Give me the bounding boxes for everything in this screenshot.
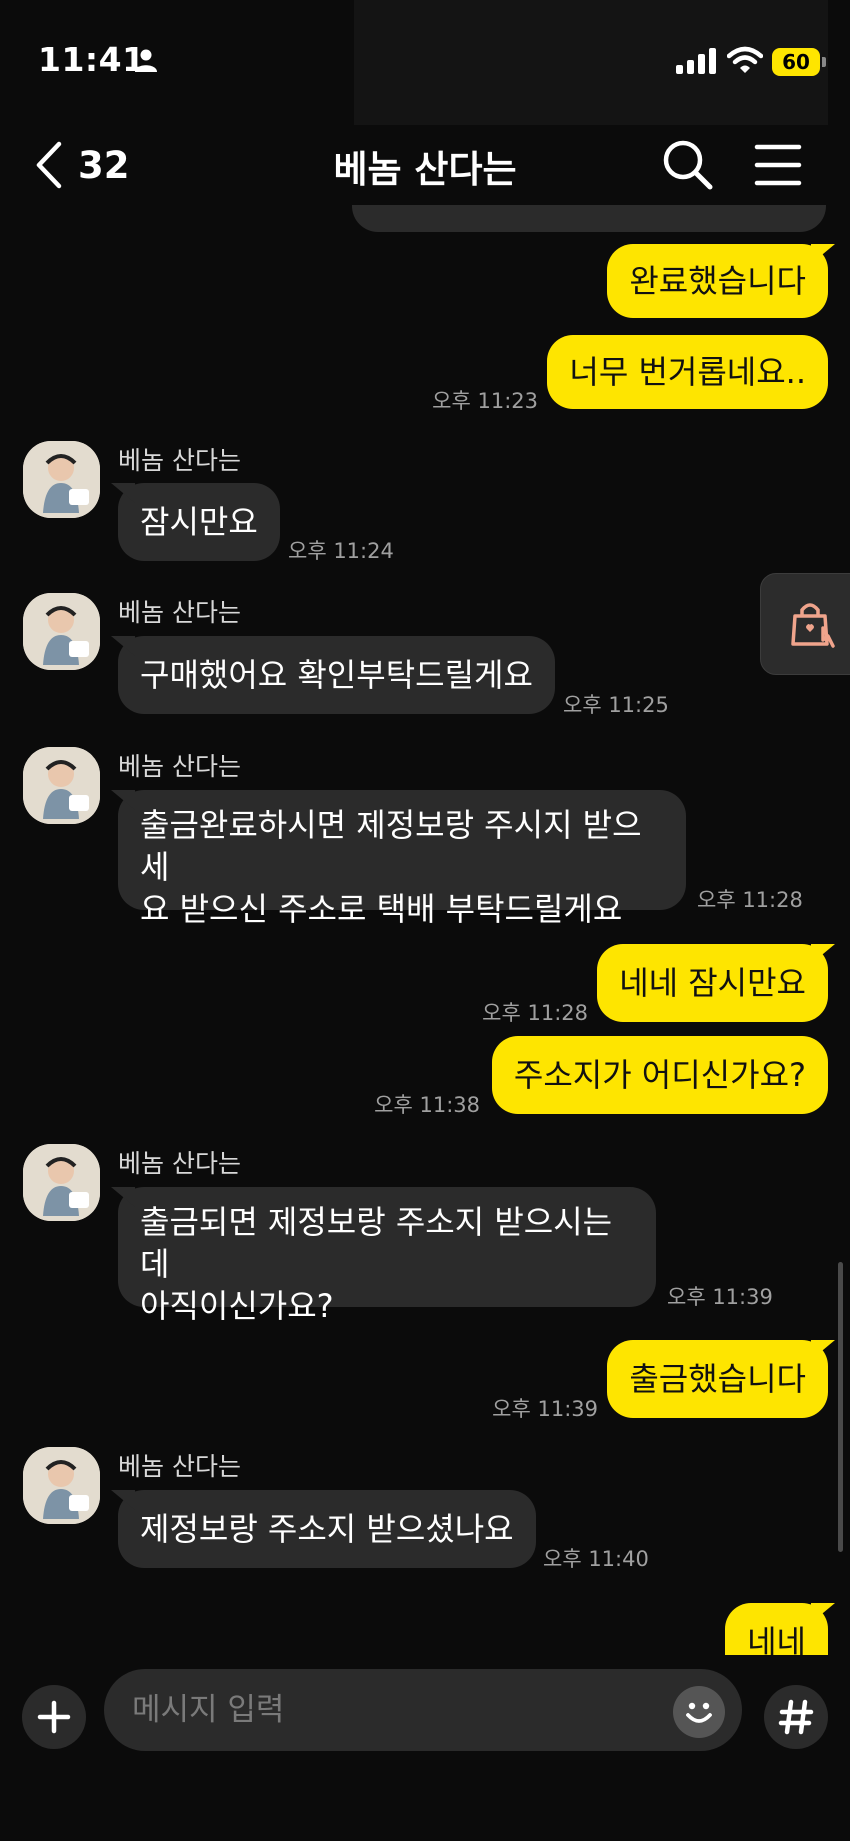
message-text: 구매했어요 확인부탁드릴게요	[140, 656, 533, 694]
message-text-line: 출금완료하시면 제정보랑 주시지 받으세	[140, 806, 642, 886]
attach-button[interactable]	[22, 1685, 86, 1749]
message-text-line: 출금되면 제정보랑 주소지 받으시는데	[140, 1203, 613, 1283]
my-message-bubble[interactable]: 네네 잠시만요	[597, 944, 828, 1022]
sender-name: 베놈 산다는	[118, 1452, 241, 1481]
hashtag-icon	[778, 1699, 814, 1735]
their-message-bubble[interactable]: 구매했어요 확인부탁드릴게요	[118, 636, 555, 714]
message-time: 오후 11:38	[374, 1093, 480, 1117]
scrollbar[interactable]	[838, 1262, 843, 1552]
message-text: 잠시만요	[140, 503, 258, 541]
avatar[interactable]	[23, 1447, 100, 1524]
my-message-bubble[interactable]: 출금했습니다	[607, 1340, 828, 1418]
sender-name: 베놈 산다는	[118, 1149, 241, 1178]
avatar[interactable]	[23, 747, 100, 824]
previous-message-bubble	[352, 205, 826, 232]
their-message-bubble[interactable]: 출금되면 제정보랑 주소지 받으시는데 아직이신가요?	[118, 1187, 656, 1325]
message-input[interactable]	[104, 1669, 742, 1751]
plus-icon	[37, 1700, 71, 1734]
chat-header: 32 베놈 산다는	[0, 125, 850, 205]
hamburger-menu-icon	[754, 144, 802, 186]
message-text-line: 요 받으신 주소로 택배 부탁드릴게요	[140, 890, 623, 928]
emoji-button[interactable]	[673, 1686, 725, 1738]
their-message-bubble[interactable]: 출금완료하시면 제정보랑 주시지 받으세 요 받으신 주소로 택배 부탁드릴게요	[118, 790, 686, 928]
message-list[interactable]: 완료했습니다 오후 11:23 너무 번거롭네요.. 베놈 산다는 잠시만요 오…	[0, 205, 850, 1655]
battery-tip	[822, 57, 826, 67]
my-message-bubble[interactable]: 너무 번거롭네요..	[547, 335, 828, 409]
message-time: 오후 11:28	[697, 888, 803, 912]
menu-button[interactable]	[752, 139, 804, 191]
sender-name: 베놈 산다는	[118, 752, 241, 781]
message-text: 출금했습니다	[629, 1360, 806, 1398]
message-text: 주소지가 어디신가요?	[513, 1056, 806, 1094]
message-time: 오후 11:23	[432, 389, 538, 413]
my-message-bubble[interactable]: 완료했습니다	[607, 244, 828, 318]
message-time: 오후 11:28	[482, 1001, 588, 1025]
battery-level: 60	[772, 48, 820, 76]
message-time: 오후 11:24	[288, 539, 394, 563]
search-button[interactable]	[660, 137, 716, 193]
message-text: 네네	[747, 1623, 806, 1655]
avatar[interactable]	[23, 593, 100, 670]
my-message-bubble[interactable]: 네네	[725, 1603, 828, 1655]
message-text-line: 아직이신가요?	[140, 1287, 334, 1325]
message-time: 오후 11:40	[543, 1547, 649, 1571]
wifi-icon	[727, 46, 763, 73]
message-input-bar	[0, 1655, 850, 1841]
my-message-bubble[interactable]: 주소지가 어디신가요?	[491, 1036, 828, 1114]
avatar[interactable]	[23, 1144, 100, 1221]
battery-indicator: 60	[772, 48, 826, 76]
shopping-bag-icon	[791, 603, 835, 648]
baby-photo	[23, 747, 100, 824]
avatar[interactable]	[23, 441, 100, 518]
shopping-button[interactable]	[760, 573, 850, 675]
message-time: 오후 11:39	[492, 1397, 598, 1421]
status-bar: 11:41 60	[0, 0, 850, 125]
person-icon	[135, 49, 157, 72]
hashtag-button[interactable]	[764, 1685, 828, 1749]
sender-name: 베놈 산다는	[118, 446, 241, 475]
message-text: 너무 번거롭네요..	[569, 353, 806, 391]
status-time: 11:41	[38, 40, 146, 79]
signal-icon	[676, 48, 716, 74]
baby-photo	[23, 593, 100, 670]
chat-room-title: 베놈 산다는	[333, 148, 517, 191]
sender-name: 베놈 산다는	[118, 598, 241, 627]
their-message-bubble[interactable]: 제정보랑 주소지 받으셨나요	[118, 1490, 536, 1568]
their-message-bubble[interactable]: 잠시만요	[118, 483, 280, 561]
baby-photo	[23, 1447, 100, 1524]
smiley-face-icon	[686, 1702, 712, 1723]
baby-photo	[23, 441, 100, 518]
search-icon	[663, 140, 713, 190]
message-text: 완료했습니다	[629, 262, 806, 300]
baby-photo	[23, 1144, 100, 1221]
message-text: 제정보랑 주소지 받으셨나요	[140, 1510, 514, 1548]
message-text: 네네 잠시만요	[619, 964, 806, 1002]
message-time: 오후 11:25	[563, 693, 669, 717]
message-time: 오후 11:39	[667, 1285, 773, 1309]
